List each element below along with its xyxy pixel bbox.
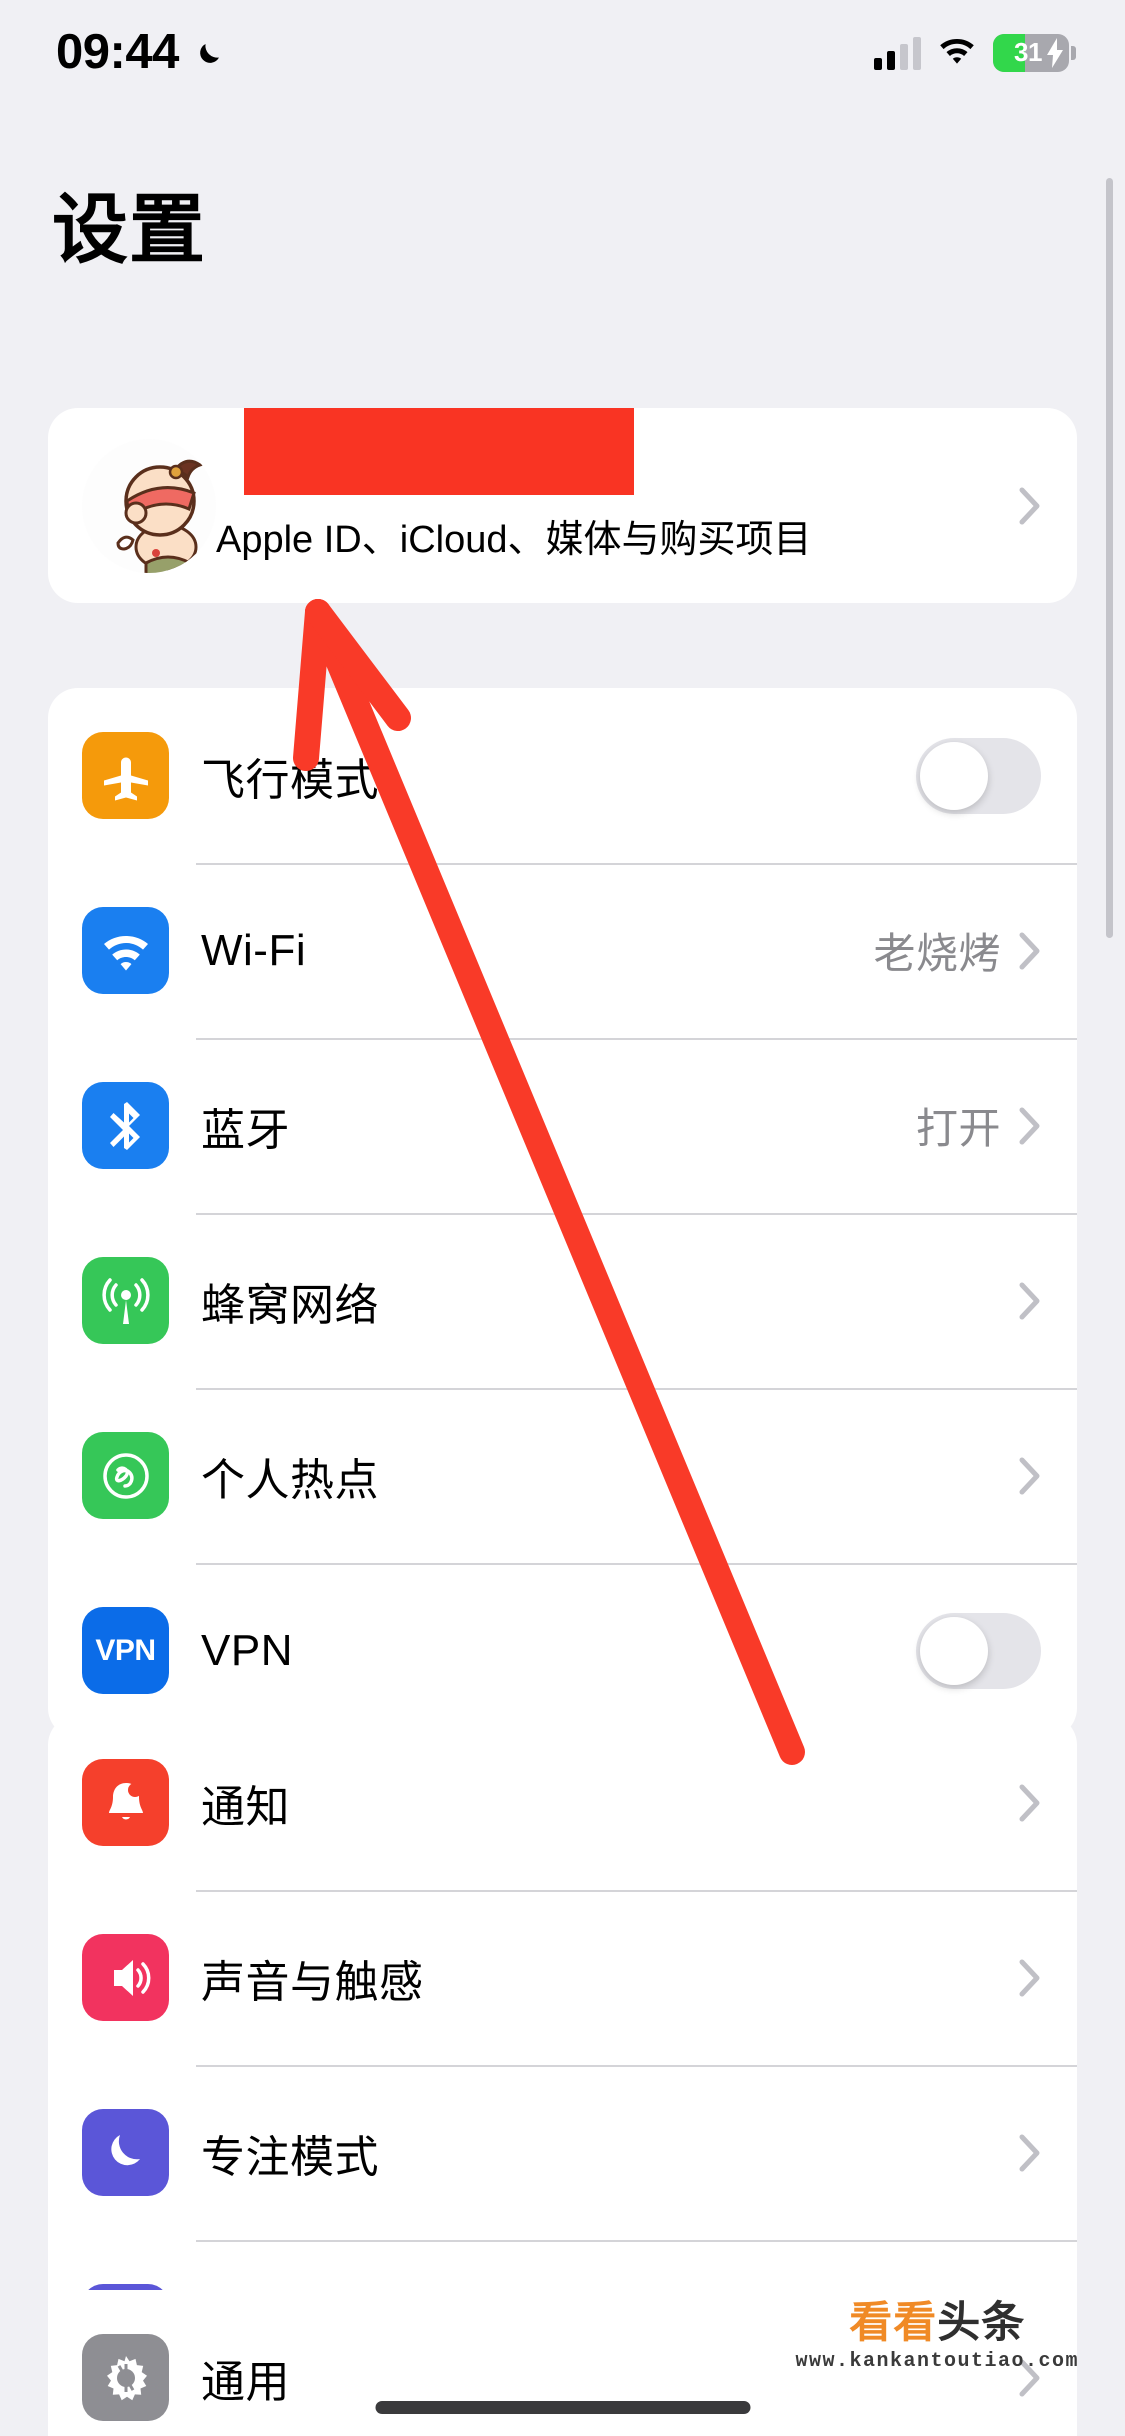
status-bar-right: 31 (874, 33, 1076, 72)
gear-icon (82, 2334, 169, 2421)
cellular-signal-icon (874, 36, 921, 70)
row-label: 个人热点 (201, 1455, 379, 1505)
airplane-mode-toggle[interactable] (916, 737, 1041, 814)
watermark-brand-dark: 头条 (937, 2299, 1026, 2347)
scrollbar[interactable] (1106, 178, 1113, 938)
row-label: 通知 (201, 1782, 290, 1832)
status-bar-clock: 09:44 (56, 25, 179, 79)
row-label: Wi-Fi (201, 925, 307, 975)
settings-row-cellular[interactable]: 蜂窝网络 (48, 1213, 1077, 1388)
bluetooth-icon (82, 1082, 169, 1169)
chevron-right-icon (1019, 1457, 1040, 1494)
avatar (82, 438, 216, 573)
speaker-icon (82, 1934, 169, 2021)
row-label: VPN (201, 1625, 293, 1675)
cellular-icon (82, 1257, 169, 1344)
settings-row-airplane-mode[interactable]: 飞行模式 (48, 688, 1077, 863)
chevron-right-icon (1019, 932, 1040, 969)
apple-id-row[interactable]: Apple ID、iCloud、媒体与购买项目 (48, 408, 1077, 603)
status-bar: 09:44 31 (0, 0, 1125, 105)
watermark: 看看头条 www.kankantoutiao.com (795, 2302, 1079, 2372)
settings-row-focus[interactable]: 专注模式 (48, 2065, 1077, 2240)
bluetooth-state-value: 打开 (915, 1105, 1001, 1152)
settings-row-sounds-haptics[interactable]: 声音与触感 (48, 1890, 1077, 2065)
chevron-right-icon (1019, 2134, 1040, 2171)
chevron-right-icon (1019, 1107, 1040, 1144)
hotspot-icon (82, 1432, 169, 1519)
row-label: 专注模式 (201, 2132, 379, 2182)
settings-screen: 09:44 31 设置 Apple ID、iCloud、媒体与购买项目 飞行模式… (0, 0, 1125, 2436)
moon-icon (82, 2109, 169, 2196)
apple-id-subtitle: Apple ID、iCloud、媒体与购买项目 (216, 518, 812, 561)
bell-icon (82, 1759, 169, 1846)
watermark-url: www.kankantoutiao.com (795, 2350, 1079, 2373)
charging-bolt-icon (1047, 37, 1063, 68)
home-indicator (375, 2401, 750, 2414)
watermark-brand-orange: 看看 (849, 2299, 938, 2347)
battery-icon: 31 (993, 33, 1076, 72)
airplane-icon (82, 732, 169, 819)
network-settings-card: 飞行模式 Wi-Fi 老烧烤 蓝牙 打开 蜂窝网络 个人热点 VPN VPN (48, 688, 1077, 1738)
apple-id-text-block: Apple ID、iCloud、媒体与购买项目 (216, 408, 1019, 573)
settings-row-personal-hotspot[interactable]: 个人热点 (48, 1388, 1077, 1563)
settings-row-notifications[interactable]: 通知 (48, 1715, 1077, 1890)
chevron-right-icon (1019, 487, 1040, 524)
vpn-toggle[interactable] (916, 1612, 1041, 1689)
apple-id-card[interactable]: Apple ID、iCloud、媒体与购买项目 (48, 408, 1077, 603)
vpn-icon: VPN (82, 1607, 169, 1694)
settings-row-vpn[interactable]: VPN VPN (48, 1563, 1077, 1738)
row-label: 蓝牙 (201, 1105, 290, 1155)
page-title: 设置 (52, 188, 206, 273)
wifi-icon (82, 907, 169, 994)
settings-row-wifi[interactable]: Wi-Fi 老烧烤 (48, 863, 1077, 1038)
settings-row-bluetooth[interactable]: 蓝牙 打开 (48, 1038, 1077, 1213)
crescent-moon-icon (193, 36, 227, 70)
chevron-right-icon (1019, 1784, 1040, 1821)
wifi-icon (937, 34, 977, 71)
chevron-right-icon (1019, 1959, 1040, 1996)
row-label: 声音与触感 (201, 1957, 424, 2007)
status-bar-left: 09:44 (56, 28, 227, 77)
chevron-right-icon (1019, 1282, 1040, 1319)
row-label: 蜂窝网络 (201, 1280, 379, 1330)
wifi-network-value: 老烧烤 (873, 930, 1001, 977)
row-label: 飞行模式 (201, 755, 379, 805)
redacted-name-bar (244, 408, 634, 495)
